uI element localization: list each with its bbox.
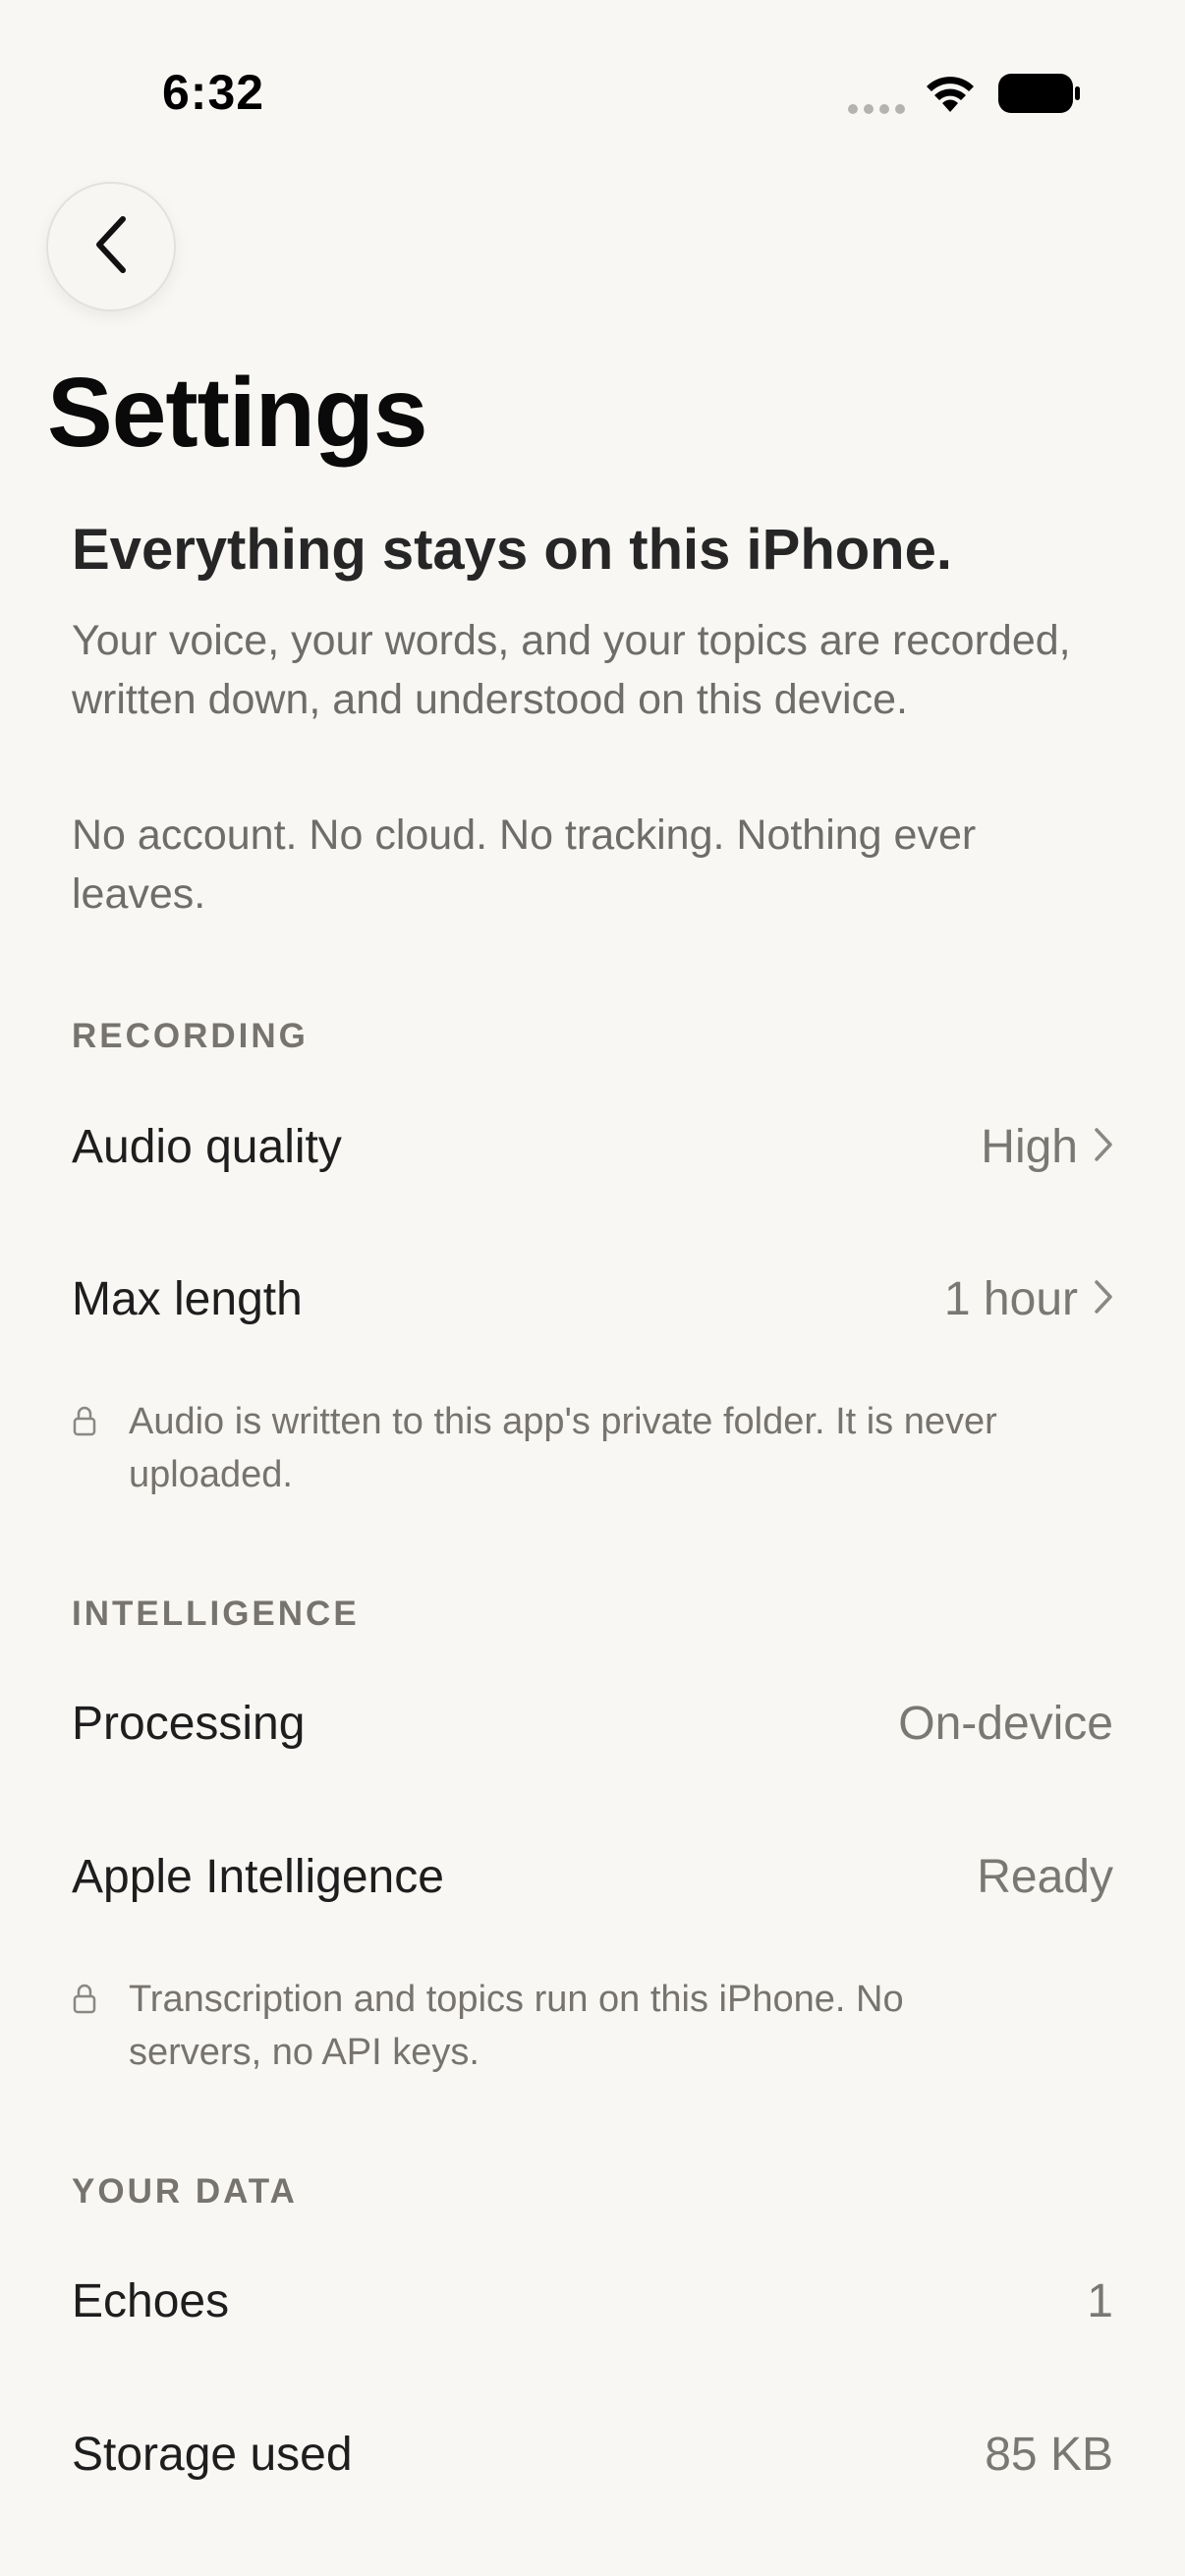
storage-used-row: Storage used 85 KB	[72, 2410, 1113, 2498]
wifi-icon	[924, 71, 977, 119]
back-button[interactable]	[46, 182, 176, 311]
row-label: Max length	[72, 1272, 303, 1325]
page-title: Settings	[47, 358, 427, 468]
chevron-left-icon	[91, 213, 131, 281]
apple-intelligence-row: Apple Intelligence Ready	[72, 1832, 1113, 1921]
battery-icon	[997, 73, 1082, 119]
intelligence-note: Transcription and topics run on this iPh…	[72, 1973, 1035, 2079]
signal-icon	[847, 102, 906, 121]
row-label: Audio quality	[72, 1120, 342, 1173]
section-header-recording: RECORDING	[72, 1017, 309, 1055]
status-bar: 6:32	[0, 0, 1185, 147]
processing-row: Processing On-device	[72, 1679, 1113, 1767]
lock-icon	[72, 1983, 99, 2019]
row-label: Processing	[72, 1697, 306, 1750]
section-header-intelligence: INTELLIGENCE	[72, 1595, 360, 1633]
note-text: Audio is written to this app's private f…	[129, 1401, 997, 1495]
chevron-right-icon	[1094, 1272, 1113, 1326]
echoes-row: Echoes 1	[72, 2257, 1113, 2345]
note-text: Transcription and topics run on this iPh…	[129, 1979, 904, 2073]
privacy-heading: Everything stays on this iPhone.	[72, 518, 952, 582]
section-header-your-data: YOUR DATA	[72, 2172, 298, 2211]
row-label: Storage used	[72, 2428, 353, 2481]
row-value: 1	[1087, 2274, 1113, 2327]
status-time: 6:32	[162, 65, 265, 120]
privacy-description: Your voice, your words, and your topics …	[72, 617, 1071, 723]
lock-icon	[72, 1405, 99, 1441]
audio-quality-row[interactable]: Audio quality High	[72, 1102, 1113, 1191]
chevron-right-icon	[1094, 1120, 1113, 1174]
recording-note: Audio is written to this app's private f…	[72, 1395, 1035, 1501]
row-label: Echoes	[72, 2274, 230, 2327]
max-length-row[interactable]: Max length 1 hour	[72, 1255, 1113, 1343]
row-label: Apple Intelligence	[72, 1850, 444, 1903]
row-value: High	[981, 1120, 1078, 1173]
row-value: 1 hour	[943, 1272, 1078, 1325]
row-value: On-device	[898, 1697, 1113, 1750]
row-value: 85 KB	[985, 2428, 1113, 2481]
row-value: Ready	[977, 1850, 1113, 1903]
privacy-summary: No account. No cloud. No tracking. Nothi…	[72, 812, 977, 918]
